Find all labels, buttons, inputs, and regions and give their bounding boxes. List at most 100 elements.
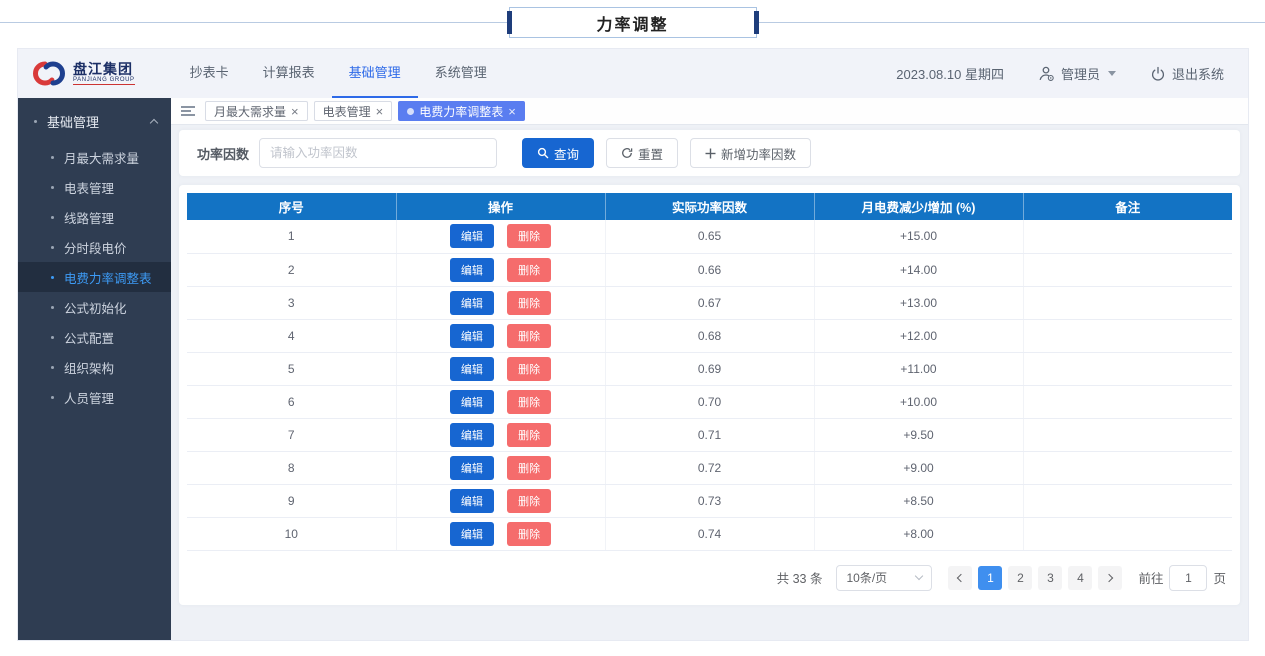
table-row: 4 编辑 删除 0.68 +12.00 bbox=[187, 319, 1232, 352]
cell-fee-change: +14.00 bbox=[814, 253, 1023, 286]
delete-button[interactable]: 删除 bbox=[507, 224, 551, 248]
nav-item[interactable]: 抄表卡 bbox=[173, 49, 246, 98]
tab-list-icon[interactable] bbox=[181, 106, 195, 116]
edit-button[interactable]: 编辑 bbox=[450, 258, 494, 282]
sidebar-item-label: 公式配置 bbox=[64, 328, 114, 347]
reset-button[interactable]: 重置 bbox=[606, 138, 678, 168]
edit-button[interactable]: 编辑 bbox=[450, 390, 494, 414]
cell-note bbox=[1023, 352, 1232, 385]
delete-button[interactable]: 删除 bbox=[507, 390, 551, 414]
bullet-dot-icon bbox=[51, 276, 54, 279]
delete-button[interactable]: 删除 bbox=[507, 291, 551, 315]
delete-button[interactable]: 删除 bbox=[507, 423, 551, 447]
tab-close-icon[interactable]: × bbox=[376, 105, 384, 118]
nav-item[interactable]: 基础管理 bbox=[332, 49, 418, 98]
goto-label: 前往 bbox=[1138, 568, 1163, 587]
sidebar-item-label: 组织架构 bbox=[64, 358, 114, 377]
delete-button[interactable]: 删除 bbox=[507, 258, 551, 282]
tab[interactable]: 月最大需求量 × bbox=[205, 101, 308, 121]
sidebar-item[interactable]: 月最大需求量 bbox=[18, 142, 171, 172]
top-nav: 抄表卡 计算报表 基础管理 系统管理 bbox=[173, 49, 504, 98]
edit-button[interactable]: 编辑 bbox=[450, 224, 494, 248]
sidebar-item-label: 公式初始化 bbox=[64, 298, 127, 317]
sidebar: 基础管理 月最大需求量 电表管理 bbox=[18, 98, 171, 640]
current-date: 2023.08.10 星期四 bbox=[896, 64, 1004, 83]
next-page-button[interactable] bbox=[1098, 566, 1122, 590]
nav-item[interactable]: 系统管理 bbox=[418, 49, 504, 98]
bullet-dot-icon bbox=[51, 336, 54, 339]
prev-page-button[interactable] bbox=[948, 566, 972, 590]
cell-index: 8 bbox=[187, 451, 396, 484]
cell-power-factor: 0.66 bbox=[605, 253, 814, 286]
delete-button[interactable]: 删除 bbox=[507, 489, 551, 513]
cell-note bbox=[1023, 385, 1232, 418]
search-button[interactable]: 查询 bbox=[522, 138, 594, 168]
chevron-up-icon bbox=[150, 118, 158, 126]
sidebar-item[interactable]: 人员管理 bbox=[18, 382, 171, 412]
logout-button[interactable]: 退出系统 bbox=[1150, 64, 1224, 83]
cell-index: 2 bbox=[187, 253, 396, 286]
page-number-button[interactable]: 4 bbox=[1068, 566, 1092, 590]
goto-page: 前往 页 bbox=[1138, 565, 1226, 591]
edit-button[interactable]: 编辑 bbox=[450, 324, 494, 348]
tab-close-icon[interactable]: × bbox=[291, 105, 299, 118]
delete-button[interactable]: 删除 bbox=[507, 522, 551, 546]
cell-note bbox=[1023, 517, 1232, 550]
tab-close-icon[interactable]: × bbox=[508, 105, 516, 118]
cell-index: 1 bbox=[187, 220, 396, 253]
cell-power-factor: 0.65 bbox=[605, 220, 814, 253]
tab-label: 电表管理 bbox=[323, 103, 371, 120]
sidebar-item-label: 月最大需求量 bbox=[64, 148, 139, 167]
bullet-dot-icon bbox=[51, 396, 54, 399]
refresh-icon bbox=[621, 147, 633, 159]
cell-fee-change: +9.00 bbox=[814, 451, 1023, 484]
page-number-button[interactable]: 3 bbox=[1038, 566, 1062, 590]
edit-button[interactable]: 编辑 bbox=[450, 456, 494, 480]
bullet-dot-icon bbox=[51, 156, 54, 159]
edit-button[interactable]: 编辑 bbox=[450, 357, 494, 381]
bullet-dot-icon bbox=[34, 120, 37, 123]
tab-label: 月最大需求量 bbox=[214, 103, 286, 120]
bullet-dot-icon bbox=[51, 366, 54, 369]
cell-actions: 编辑 删除 bbox=[396, 286, 605, 319]
tab[interactable]: 电费力率调整表 × bbox=[398, 101, 525, 121]
nav-item[interactable]: 计算报表 bbox=[246, 49, 332, 98]
add-power-factor-button[interactable]: 新增功率因数 bbox=[690, 138, 811, 168]
edit-button[interactable]: 编辑 bbox=[450, 423, 494, 447]
edit-button[interactable]: 编辑 bbox=[450, 291, 494, 315]
page-title: 力率调整 bbox=[596, 11, 668, 35]
logo: 盘江集团 PANJIANG GROUP bbox=[32, 60, 135, 87]
sidebar-item[interactable]: 线路管理 bbox=[18, 202, 171, 232]
sidebar-item[interactable]: 电表管理 bbox=[18, 172, 171, 202]
table-row: 1 编辑 删除 0.65 +15.00 bbox=[187, 220, 1232, 253]
sidebar-item-label: 电费力率调整表 bbox=[64, 268, 152, 287]
search-button-label: 查询 bbox=[554, 144, 579, 163]
sidebar-item[interactable]: 分时段电价 bbox=[18, 232, 171, 262]
delete-button[interactable]: 删除 bbox=[507, 357, 551, 381]
cell-power-factor: 0.70 bbox=[605, 385, 814, 418]
table-row: 10 编辑 删除 0.74 +8.00 bbox=[187, 517, 1232, 550]
table-row: 8 编辑 删除 0.72 +9.00 bbox=[187, 451, 1232, 484]
edit-button[interactable]: 编辑 bbox=[450, 489, 494, 513]
page-number-button[interactable]: 2 bbox=[1008, 566, 1032, 590]
sidebar-item[interactable]: 公式初始化 bbox=[18, 292, 171, 322]
active-tab-dot-icon bbox=[407, 108, 414, 115]
cell-note bbox=[1023, 286, 1232, 319]
page-size-select[interactable]: 10条/页 bbox=[836, 565, 932, 591]
user-menu[interactable]: 管理员 bbox=[1038, 64, 1116, 83]
sidebar-group-basic-mgmt[interactable]: 基础管理 bbox=[18, 100, 171, 142]
page-number-button[interactable]: 1 bbox=[978, 566, 1002, 590]
power-factor-input[interactable] bbox=[259, 138, 497, 168]
goto-page-input[interactable] bbox=[1169, 565, 1207, 591]
edit-button[interactable]: 编辑 bbox=[450, 522, 494, 546]
bullet-dot-icon bbox=[51, 186, 54, 189]
delete-button[interactable]: 删除 bbox=[507, 456, 551, 480]
table-header-cell: 操作 bbox=[396, 193, 605, 220]
sidebar-item[interactable]: 组织架构 bbox=[18, 352, 171, 382]
logout-label: 退出系统 bbox=[1172, 64, 1224, 83]
sidebar-item[interactable]: 电费力率调整表 bbox=[18, 262, 171, 292]
tab[interactable]: 电表管理 × bbox=[314, 101, 393, 121]
logo-name-en: PANJIANG GROUP bbox=[73, 77, 135, 85]
delete-button[interactable]: 删除 bbox=[507, 324, 551, 348]
sidebar-item[interactable]: 公式配置 bbox=[18, 322, 171, 352]
